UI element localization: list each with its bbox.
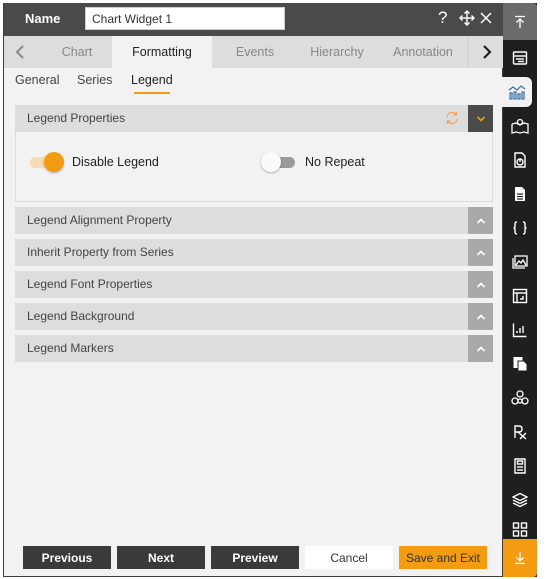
code-braces-icon[interactable] bbox=[503, 213, 537, 243]
section-legend-font: Legend Font Properties bbox=[15, 271, 493, 298]
section-title: Inherit Property from Series bbox=[27, 245, 174, 259]
next-button[interactable]: Next bbox=[117, 546, 205, 569]
tab-hierarchy[interactable]: Hierarchy bbox=[298, 36, 376, 68]
no-repeat-switch[interactable]: No Repeat bbox=[261, 152, 365, 172]
section-header[interactable]: Legend Background bbox=[15, 303, 493, 330]
section-header[interactable]: Inherit Property from Series bbox=[15, 239, 493, 266]
tab-events[interactable]: Events bbox=[212, 36, 298, 68]
report-icon[interactable] bbox=[503, 145, 537, 175]
expand-toggle[interactable] bbox=[468, 239, 493, 266]
section-title: Legend Markers bbox=[27, 341, 114, 355]
scroll-bottom-button[interactable] bbox=[503, 539, 537, 577]
widget-name-input[interactable] bbox=[85, 7, 285, 30]
section-legend-markers: Legend Markers bbox=[15, 335, 493, 362]
arrow-to-bottom-icon bbox=[515, 552, 525, 565]
reset-icon[interactable] bbox=[444, 110, 460, 126]
kpi-chart-icon[interactable] bbox=[503, 315, 537, 345]
tab-formatting[interactable]: Formatting bbox=[112, 36, 212, 68]
save-and-exit-button[interactable]: Save and Exit bbox=[399, 546, 487, 569]
preview-button[interactable]: Preview bbox=[211, 546, 299, 569]
disable-legend-switch[interactable]: Disable Legend bbox=[28, 152, 159, 172]
section-header[interactable]: Legend Font Properties bbox=[15, 271, 493, 298]
tabs-scroll-left-button[interactable] bbox=[4, 36, 36, 68]
formula-icon[interactable] bbox=[503, 417, 537, 447]
layers-icon[interactable] bbox=[503, 485, 537, 515]
section-header[interactable]: Legend Alignment Property bbox=[15, 207, 493, 234]
switch-label: No Repeat bbox=[305, 155, 365, 169]
save-file-icon[interactable] bbox=[503, 451, 537, 481]
section-inherit-property: Inherit Property from Series bbox=[15, 239, 493, 266]
scroll-top-button[interactable] bbox=[503, 3, 537, 40]
section-header[interactable]: Legend Markers bbox=[15, 335, 493, 362]
expand-toggle[interactable] bbox=[468, 271, 493, 298]
right-toolbar bbox=[501, 3, 537, 577]
section-body: Disable Legend No Repeat bbox=[15, 132, 493, 202]
section-header[interactable]: Legend Properties bbox=[15, 105, 493, 132]
section-legend-background: Legend Background bbox=[15, 303, 493, 330]
switch-label: Disable Legend bbox=[72, 155, 159, 169]
section-title: Legend Background bbox=[27, 309, 135, 323]
hierarchy-icon[interactable] bbox=[503, 383, 537, 413]
section-legend-properties: Legend Properties Disable Legend No Repe… bbox=[15, 105, 493, 202]
toggle-switch-on[interactable] bbox=[28, 152, 64, 172]
chart-icon[interactable] bbox=[501, 77, 532, 107]
section-legend-alignment: Legend Alignment Property bbox=[15, 207, 493, 234]
previous-button[interactable]: Previous bbox=[23, 546, 111, 569]
properties-panel: Name ? Chart Formatting Events Hierarchy… bbox=[3, 3, 504, 577]
copy-page-icon[interactable] bbox=[503, 349, 537, 379]
data-table-icon[interactable] bbox=[503, 43, 537, 73]
section-title: Legend Properties bbox=[27, 111, 126, 125]
expand-toggle[interactable] bbox=[468, 335, 493, 362]
tab-annotation[interactable]: Annotation bbox=[380, 36, 466, 68]
name-label: Name bbox=[25, 11, 61, 26]
collapse-toggle[interactable] bbox=[468, 105, 493, 132]
document-icon[interactable] bbox=[503, 179, 537, 209]
arrow-to-top-icon bbox=[515, 15, 525, 28]
expand-toggle[interactable] bbox=[468, 303, 493, 330]
help-icon[interactable]: ? bbox=[438, 8, 447, 28]
expand-toggle[interactable] bbox=[468, 207, 493, 234]
subtab-general[interactable]: General bbox=[15, 73, 59, 87]
toggle-switch-off[interactable] bbox=[261, 152, 297, 172]
move-icon[interactable] bbox=[458, 8, 476, 28]
section-title: Legend Font Properties bbox=[27, 277, 153, 291]
panel-header: Name ? bbox=[4, 3, 504, 36]
grid-icon[interactable] bbox=[503, 517, 537, 541]
map-icon[interactable] bbox=[503, 111, 537, 141]
image-icon[interactable] bbox=[503, 247, 537, 277]
close-icon[interactable] bbox=[479, 8, 493, 28]
subtab-series[interactable]: Series bbox=[77, 73, 112, 87]
pivot-icon[interactable] bbox=[503, 281, 537, 311]
subtab-legend[interactable]: Legend bbox=[131, 73, 173, 94]
tab-chart[interactable]: Chart bbox=[42, 36, 112, 68]
main-tabs: Chart Formatting Events Hierarchy Annota… bbox=[4, 36, 504, 68]
footer-actions: Previous Next Preview Cancel Save and Ex… bbox=[23, 546, 487, 569]
section-title: Legend Alignment Property bbox=[27, 213, 172, 227]
tabs-scroll-right-button[interactable] bbox=[468, 36, 504, 68]
cancel-button[interactable]: Cancel bbox=[305, 546, 393, 569]
